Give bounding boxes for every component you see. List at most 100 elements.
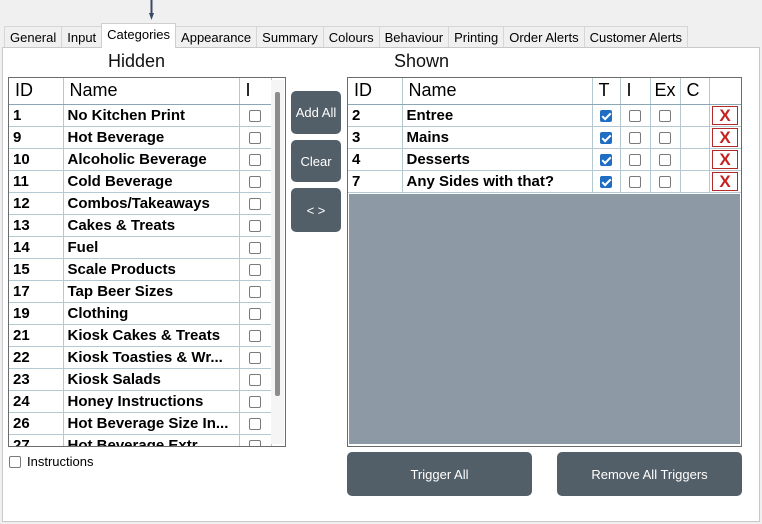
hidden-row[interactable]: 22 Kiosk Toasties & Wr... bbox=[9, 346, 272, 369]
row-id: 15 bbox=[9, 258, 64, 281]
row-id: 22 bbox=[9, 346, 64, 369]
trigger-checkbox[interactable] bbox=[600, 109, 612, 122]
hidden-row[interactable]: 21 Kiosk Cakes & Treats bbox=[9, 324, 272, 347]
instruction-checkbox[interactable] bbox=[249, 417, 261, 430]
instruction-checkbox[interactable] bbox=[629, 175, 641, 188]
hidden-row[interactable]: 14 Fuel bbox=[9, 236, 272, 259]
trigger-checkbox[interactable] bbox=[600, 131, 612, 144]
hidden-scrollbar[interactable] bbox=[271, 80, 284, 444]
row-id: 19 bbox=[9, 302, 64, 325]
row-id: 21 bbox=[9, 324, 64, 347]
hidden-row[interactable]: 15 Scale Products bbox=[9, 258, 272, 281]
instructions-checkbox[interactable] bbox=[9, 455, 21, 468]
instruction-checkbox[interactable] bbox=[249, 329, 261, 342]
row-i-cell bbox=[239, 302, 272, 325]
instruction-checkbox[interactable] bbox=[249, 351, 261, 364]
hidden-row[interactable]: 19 Clothing bbox=[9, 302, 272, 325]
tab-colours[interactable]: Colours bbox=[322, 26, 380, 48]
trigger-all-button[interactable]: Trigger All bbox=[347, 452, 532, 496]
row-c-cell bbox=[680, 170, 710, 193]
exclude-checkbox[interactable] bbox=[659, 153, 671, 166]
col-header-c[interactable]: C bbox=[680, 78, 710, 105]
remove-row-button[interactable]: X bbox=[712, 171, 738, 191]
trigger-checkbox[interactable] bbox=[600, 175, 612, 188]
shown-row[interactable]: 3 Mains X bbox=[348, 126, 741, 149]
col-header-id[interactable]: ID bbox=[348, 78, 403, 105]
swap-button[interactable]: < > bbox=[291, 188, 341, 232]
instruction-checkbox[interactable] bbox=[249, 373, 261, 386]
instruction-checkbox[interactable] bbox=[629, 131, 641, 144]
instructions-option[interactable]: Instructions bbox=[9, 454, 93, 469]
instruction-checkbox[interactable] bbox=[249, 263, 261, 276]
remove-row-button[interactable]: X bbox=[712, 127, 738, 147]
exclude-checkbox[interactable] bbox=[659, 175, 671, 188]
scrollbar-thumb[interactable] bbox=[275, 92, 280, 396]
remove-row-button[interactable]: X bbox=[712, 105, 738, 125]
remove-all-triggers-button[interactable]: Remove All Triggers bbox=[557, 452, 742, 496]
instruction-checkbox[interactable] bbox=[629, 153, 641, 166]
instruction-cell bbox=[620, 148, 651, 171]
hidden-row[interactable]: 10 Alcoholic Beverage bbox=[9, 148, 272, 171]
instruction-checkbox[interactable] bbox=[249, 395, 261, 408]
hidden-grid[interactable]: ID Name I 1 No Kitchen Print 9 Hot Beverage… bbox=[8, 77, 286, 447]
instruction-checkbox[interactable] bbox=[249, 109, 261, 122]
tab-order-alerts[interactable]: Order Alerts bbox=[503, 26, 585, 48]
trigger-cell bbox=[592, 126, 621, 149]
exclude-checkbox[interactable] bbox=[659, 109, 671, 122]
instruction-checkbox[interactable] bbox=[249, 241, 261, 254]
tab-printing[interactable]: Printing bbox=[448, 26, 505, 48]
hidden-row[interactable]: 26 Hot Beverage Size In... bbox=[9, 412, 272, 435]
tab-customer-alerts[interactable]: Customer Alerts bbox=[583, 26, 689, 48]
shown-row[interactable]: 2 Entree X bbox=[348, 104, 741, 127]
col-header-id[interactable]: ID bbox=[9, 78, 64, 105]
exclude-checkbox[interactable] bbox=[659, 131, 671, 144]
instruction-checkbox[interactable] bbox=[249, 285, 261, 298]
hidden-row[interactable]: 13 Cakes & Treats bbox=[9, 214, 272, 237]
row-i-cell bbox=[239, 104, 272, 127]
shown-row[interactable]: 4 Desserts X bbox=[348, 148, 741, 171]
col-header-i[interactable]: I bbox=[239, 78, 272, 105]
hidden-row[interactable]: 11 Cold Beverage bbox=[9, 170, 272, 193]
hidden-row[interactable]: 1 No Kitchen Print bbox=[9, 104, 272, 127]
add-all-button[interactable]: Add All bbox=[291, 91, 341, 134]
instruction-checkbox[interactable] bbox=[249, 197, 261, 210]
row-id: 17 bbox=[9, 280, 64, 303]
hidden-row[interactable]: 9 Hot Beverage bbox=[9, 126, 272, 149]
shown-header-row: ID Name T I Ex C bbox=[348, 78, 741, 105]
tab-appearance[interactable]: Appearance bbox=[175, 26, 258, 48]
tab-input[interactable]: Input bbox=[61, 26, 103, 48]
hidden-row[interactable]: 24 Honey Instructions bbox=[9, 390, 272, 413]
instruction-checkbox[interactable] bbox=[249, 219, 261, 232]
instruction-checkbox[interactable] bbox=[629, 109, 641, 122]
tab-general[interactable]: General bbox=[4, 26, 63, 48]
remove-row-button[interactable]: X bbox=[712, 149, 738, 169]
instruction-checkbox[interactable] bbox=[249, 439, 261, 446]
row-id: 24 bbox=[9, 390, 64, 413]
instruction-checkbox[interactable] bbox=[249, 131, 261, 144]
trigger-checkbox[interactable] bbox=[600, 153, 612, 166]
row-remove-cell: X bbox=[709, 104, 741, 127]
instruction-checkbox[interactable] bbox=[249, 307, 261, 320]
shown-row[interactable]: 7 Any Sides with that? X bbox=[348, 170, 741, 193]
tab-categories[interactable]: Categories bbox=[101, 23, 177, 48]
clear-button[interactable]: Clear bbox=[291, 140, 341, 182]
hidden-row[interactable]: 17 Tap Beer Sizes bbox=[9, 280, 272, 303]
row-id: 7 bbox=[348, 170, 403, 193]
tab-behaviour[interactable]: Behaviour bbox=[378, 26, 450, 48]
col-header-name[interactable]: Name bbox=[402, 78, 593, 105]
hidden-header-row: ID Name I bbox=[9, 78, 272, 105]
tab-summary[interactable]: Summary bbox=[256, 26, 324, 48]
col-header-t[interactable]: T bbox=[592, 78, 621, 105]
instruction-checkbox[interactable] bbox=[249, 153, 261, 166]
instruction-checkbox[interactable] bbox=[249, 175, 261, 188]
col-header-ex[interactable]: Ex bbox=[650, 78, 681, 105]
row-name: Hot Beverage Size In... bbox=[63, 412, 240, 435]
hidden-row[interactable]: 23 Kiosk Salads bbox=[9, 368, 272, 391]
col-header-name[interactable]: Name bbox=[63, 78, 240, 105]
hidden-row[interactable]: 27 Hot Beverage Extr... bbox=[9, 434, 272, 446]
row-name: Desserts bbox=[402, 148, 593, 171]
col-header-i[interactable]: I bbox=[620, 78, 651, 105]
row-id: 3 bbox=[348, 126, 403, 149]
row-i-cell bbox=[239, 412, 272, 435]
hidden-row[interactable]: 12 Combos/Takeaways bbox=[9, 192, 272, 215]
